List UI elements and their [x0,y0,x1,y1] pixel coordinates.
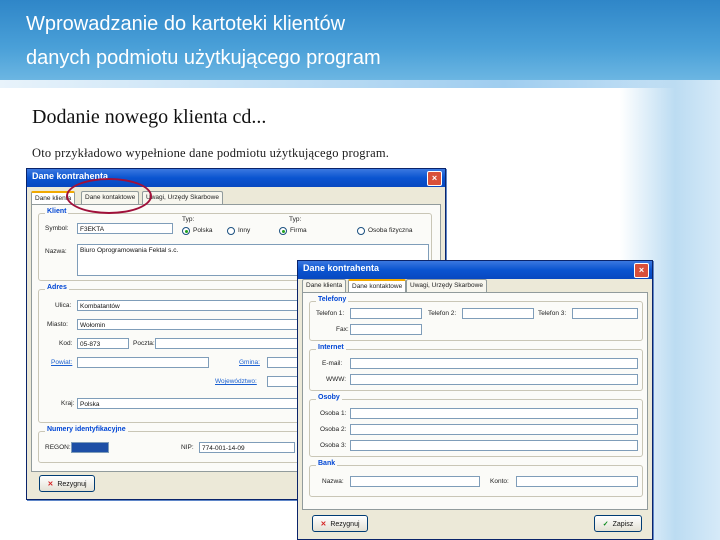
slide-title-line1: Wprowadzanie do kartoteki klientów [26,13,346,35]
slide-header: Wprowadzanie do kartoteki klientów danyc… [0,0,720,80]
www-field[interactable] [350,374,638,385]
poczta-label: Poczta: [133,340,155,347]
kod-field[interactable]: 05-873 [77,338,129,349]
radio-inny[interactable] [227,227,235,235]
group-bank: Bank Nazwa: Konto: [309,460,643,497]
window-title: Dane kontrahenta [303,263,380,273]
radio-polska[interactable] [182,227,190,235]
kod-label: Kod: [59,340,73,347]
osoba3-label: Osoba 3: [320,442,347,449]
konto-field[interactable] [516,476,638,487]
checkmark-icon: ✓ [602,521,609,528]
group-osoby-label: Osoby [316,394,342,401]
bank-nazwa-field[interactable] [350,476,480,487]
tab-uwagi[interactable]: Uwagi, Urzędy Skarbowe [142,191,223,204]
nazwa-label: Nazwa: [45,248,67,255]
email-field[interactable] [350,358,638,369]
zapisz-button-label: Zapisz [612,521,634,528]
nip-field[interactable]: 774-001-14-09 [199,442,295,453]
group-osoby: Osoby Osoba 1: Osoba 2: Osoba 3: [309,394,643,457]
rezygnuj-button-label: Rezygnuj [57,481,87,488]
powiat-link[interactable]: Powiat: [51,359,72,366]
regon-field[interactable] [71,442,109,453]
radio-osoba-fizyczna[interactable] [357,227,365,235]
rezygnuj-button[interactable]: ✕ Rezygnuj [312,515,368,532]
telefon3-label: Telefon 3: [538,310,567,317]
x-icon: ✕ [47,481,54,488]
radio-osoba-fizyczna-label: Osoba fizyczna [368,227,413,234]
fax-field[interactable] [350,324,422,335]
slide-title-line2: danych podmiotu użytkującego program [26,47,381,69]
powiat-field[interactable] [77,357,209,368]
rezygnuj-button-label: Rezygnuj [330,521,360,528]
group-telefony-label: Telefony [316,296,349,303]
group-klient-label: Klient [45,208,69,215]
slide-caption: Oto przykładowo wypełnione dane podmiotu… [32,146,390,160]
konto-label: Konto: [490,478,509,485]
group-telefony: Telefony Telefon 1: Telefon 2: Telefon 3… [309,296,643,341]
telefon3-field[interactable] [572,308,638,319]
telefon1-label: Telefon 1: [316,310,345,317]
wojewodztwo-link[interactable]: Województwo: [215,378,257,385]
window-dane-kontrahenta-kontakt: Dane kontrahenta × Dane klienta Dane kon… [297,260,653,540]
kraj-label: Kraj: [61,400,75,407]
gmina-link[interactable]: Gmina: [239,359,260,366]
radio-firma-label: Firma [290,227,307,234]
header-divider [0,80,720,88]
tab-uwagi[interactable]: Uwagi, Urzędy Skarbowe [406,279,487,292]
group-bank-label: Bank [316,460,338,467]
close-icon[interactable]: × [427,171,442,186]
symbol-field[interactable]: F3EKTA [77,223,173,234]
group-adres-label: Adres [45,284,69,291]
miasto-label: Miasto: [47,321,68,328]
regon-label: REGON: [45,444,71,451]
radio-firma[interactable] [279,227,287,235]
telefon1-field[interactable] [350,308,422,319]
telefon2-field[interactable] [462,308,534,319]
group-internet: Internet E-mail: WWW: [309,344,643,391]
osoba2-field[interactable] [350,424,638,435]
www-label: WWW: [326,376,347,383]
email-label: E-mail: [322,360,343,367]
tab-panel: Telefony Telefon 1: Telefon 2: Telefon 3… [302,292,648,510]
tab-dane-klienta[interactable]: Dane klienta [302,279,347,292]
symbol-label: Symbol: [45,225,69,232]
osoba2-label: Osoba 2: [320,426,347,433]
group-numery-label: Numery identyfikacyjne [45,426,128,433]
nip-label: NIP: [181,444,194,451]
radio-inny-label: Inny [238,227,251,234]
ulica-label: Ulica: [55,302,72,309]
slide-subheading: Dodanie nowego klienta cd... [32,106,267,128]
close-icon[interactable]: × [634,263,649,278]
telefon2-label: Telefon 2: [428,310,457,317]
window-titlebar: Dane kontrahenta × [298,261,652,279]
highlight-ellipse [66,178,152,214]
rezygnuj-button[interactable]: ✕ Rezygnuj [39,475,95,492]
bank-nazwa-label: Nazwa: [322,478,344,485]
typ-label: Typ: [182,216,195,223]
fax-label: Fax: [336,326,349,333]
group-internet-label: Internet [316,344,346,351]
typ2-label: Typ: [289,216,302,223]
zapisz-button[interactable]: ✓ Zapisz [594,515,642,532]
x-icon: ✕ [320,521,327,528]
radio-polska-label: Polska [193,227,213,234]
osoba1-label: Osoba 1: [320,410,347,417]
osoba3-field[interactable] [350,440,638,451]
osoba1-field[interactable] [350,408,638,419]
